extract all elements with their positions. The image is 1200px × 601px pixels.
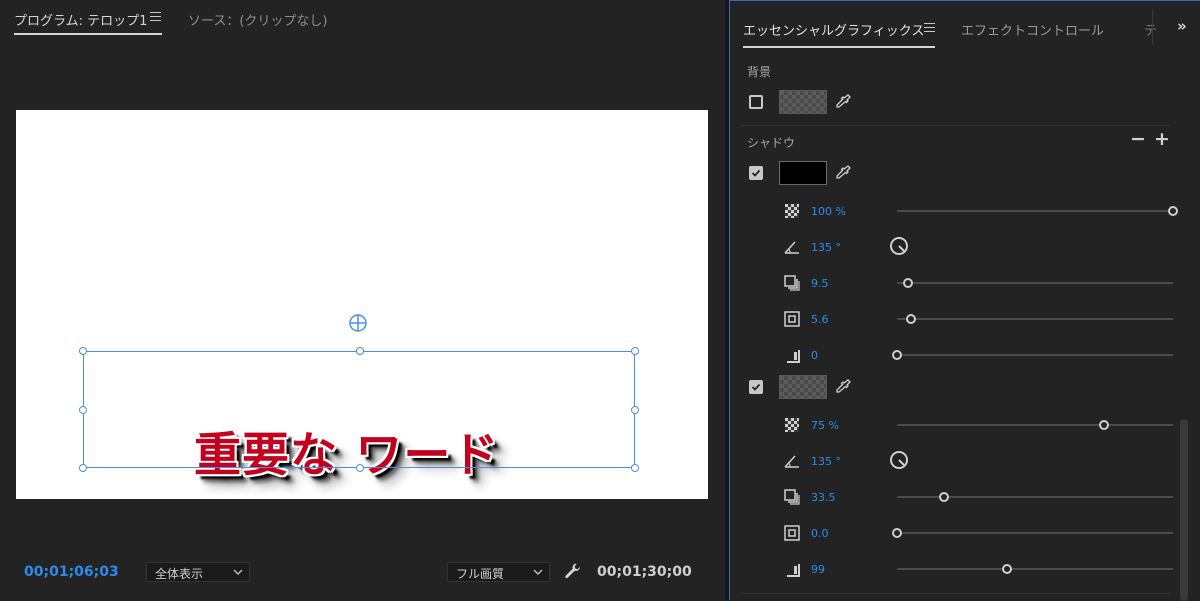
tab-source[interactable]: ソース：(クリップなし) [188,10,328,29]
shadow-2-angle-value[interactable]: 135 ° [811,455,841,468]
shadow-2-color-swatch[interactable] [779,375,827,399]
shadow-2-size-slider-knob[interactable] [892,528,902,538]
shadow-2-size-slider[interactable] [897,532,1173,534]
shadow-2-opacity-value[interactable]: 75 % [811,419,839,432]
background-section-label: 背景 [747,65,772,79]
section-divider [740,125,1170,126]
wrench-icon[interactable] [564,562,582,580]
resize-handle-top-right[interactable] [631,347,639,355]
shadow-section-label: シャドウ [747,136,796,150]
background-color-swatch[interactable] [779,90,827,114]
distance-icon [784,275,800,291]
video-canvas[interactable]: 重要な ワード [16,110,708,499]
shadow-1-distance-slider[interactable] [897,282,1173,284]
essential-graphics-panel: エッセンシャルグラフィックス エフェクトコントロール テ » 背景 シャドウ −… [729,0,1200,601]
blur-icon [787,350,800,363]
tab-overflow[interactable]: テ [1144,20,1157,39]
shadow-1-angle-dial[interactable] [889,236,909,256]
shadow-1-color-swatch[interactable] [779,161,827,185]
add-shadow-button[interactable]: + [1154,128,1170,150]
shadow-1-angle-value[interactable]: 135 ° [811,241,841,254]
shadow-2-distance-slider-knob[interactable] [938,492,949,502]
tab-program-label: プログラム: テロップ1 [14,14,148,29]
program-tab-bar: プログラム: テロップ1 ソース：(クリップなし) [0,0,725,40]
shadow-2-checkbox[interactable] [749,380,763,394]
properties-scroll-area: 背景 シャドウ − + 100 % 135 ° 9.5 5.6 0 75 % 1… [730,55,1200,601]
checkmark-icon [751,169,761,177]
active-tab-underline [743,46,935,48]
angle-icon [784,455,799,468]
resize-handle-bottom[interactable] [356,464,364,472]
panel-scrollbar[interactable] [1180,419,1188,601]
shadow-1-blur-slider[interactable] [897,354,1173,356]
shadow-2-angle-dial[interactable] [889,450,909,470]
section-divider [740,593,1170,594]
shadow-1-size-slider[interactable] [897,318,1173,320]
shadow-2-distance-value[interactable]: 33.5 [811,491,836,504]
shadow-1-size-value[interactable]: 5.6 [811,313,829,326]
shadow-1-opacity-slider[interactable] [897,210,1173,212]
opacity-icon [785,204,799,218]
tab-essential-graphics-label: エッセンシャルグラフィックス [743,24,925,39]
shadow-1-size-slider-knob[interactable] [905,314,916,324]
zoom-level-value: 全体表示 [155,567,204,581]
active-tab-underline [14,33,162,35]
blur-icon [787,564,800,577]
chevron-down-icon [533,569,543,575]
shadow-2-blur-value[interactable]: 99 [811,563,825,576]
shadow-1-distance-slider-knob[interactable] [903,278,914,288]
resize-handle-right[interactable] [631,406,639,414]
opacity-icon [785,418,799,432]
eyedropper-icon[interactable] [834,93,852,111]
panel-menu-icon[interactable] [150,12,161,24]
zoom-level-select[interactable]: 全体表示 [146,562,250,582]
program-monitor-panel: プログラム: テロップ1 ソース：(クリップなし) 重要な ワード 00;01;… [0,0,725,600]
current-timecode[interactable]: 00;01;06;03 [24,564,119,580]
shadow-1-distance-value[interactable]: 9.5 [811,277,829,290]
angle-icon [784,241,799,254]
anchor-point-icon[interactable] [349,314,367,332]
shadow-2-blur-slider[interactable] [897,568,1173,570]
text-bounding-box[interactable] [79,347,639,472]
tab-source-label: ソース：(クリップなし) [188,14,328,29]
chevron-down-icon [233,569,243,575]
shadow-2-opacity-slider[interactable] [897,424,1173,426]
duration-timecode: 00;01;30;00 [597,564,692,580]
resize-handle-top[interactable] [356,347,364,355]
shadow-1-blur-value[interactable]: 0 [811,349,818,362]
shadow-1-opacity-value[interactable]: 100 % [811,205,846,218]
size-icon [784,525,800,541]
eyedropper-icon[interactable] [834,164,852,182]
resize-handle-top-left[interactable] [79,347,87,355]
tab-separator [1152,9,1153,45]
background-checkbox[interactable] [749,95,763,109]
resize-handle-bottom-right[interactable] [631,464,639,472]
tab-effect-controls[interactable]: エフェクトコントロール [961,20,1104,39]
tab-effect-controls-label: エフェクトコントロール [961,24,1105,39]
shadow-1-checkbox[interactable] [749,166,763,180]
tab-program[interactable]: プログラム: テロップ1 [14,10,162,35]
program-controls-bar: 00;01;06;03 全体表示 フル画質 00;01;30;00 [0,555,725,590]
shadow-2-opacity-slider-knob[interactable] [1099,420,1109,430]
shadow-1-opacity-slider-knob[interactable] [1168,206,1178,216]
shadow-2-blur-slider-knob[interactable] [1002,564,1013,574]
distance-icon [784,489,800,505]
panel-menu-icon[interactable] [924,23,935,35]
tab-essential-graphics[interactable]: エッセンシャルグラフィックス [743,20,935,48]
checkmark-icon [751,383,761,391]
eyedropper-icon[interactable] [834,378,852,396]
shadow-2-size-value[interactable]: 0.0 [811,527,829,540]
size-icon [784,311,800,327]
playback-quality-select[interactable]: フル画質 [447,562,550,582]
resize-handle-bottom-left[interactable] [79,464,87,472]
playback-quality-value: フル画質 [456,567,505,581]
shadow-1-blur-slider-knob[interactable] [892,350,902,360]
remove-shadow-button[interactable]: − [1130,128,1146,150]
tab-overflow-button[interactable]: » [1177,17,1187,35]
resize-handle-left[interactable] [79,406,87,414]
